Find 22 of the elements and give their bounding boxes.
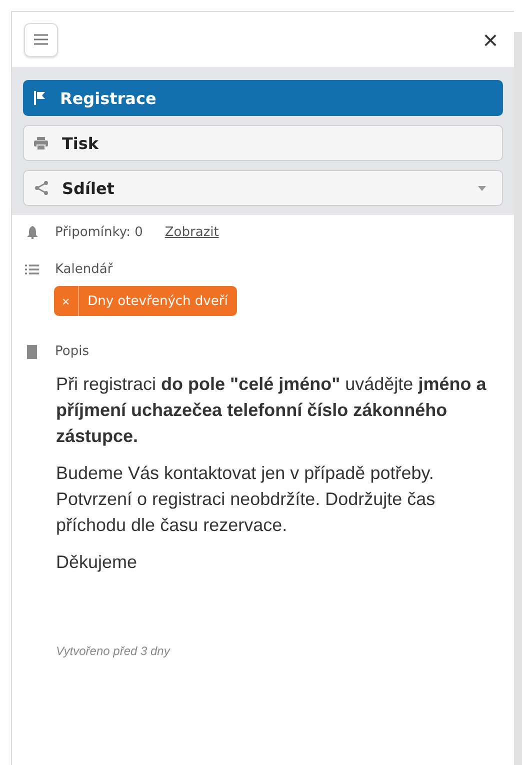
description-label: Popis — [55, 344, 89, 359]
printer-icon — [34, 136, 48, 150]
description-paragraph: Děkujeme — [56, 551, 138, 574]
share-dropdown[interactable]: Sdílet — [23, 170, 503, 206]
menu-icon — [34, 34, 48, 45]
flag-icon — [34, 91, 46, 105]
created-time: Vytvořeno před 3 dny — [55, 643, 172, 658]
menu-button[interactable] — [24, 22, 58, 56]
list-icon — [25, 264, 39, 275]
calendar-label: Kalendář — [55, 262, 113, 277]
share-icon — [34, 181, 48, 195]
notebook-icon — [27, 344, 37, 358]
description-paragraph: Budeme Vás kontaktovat jen v případě potřeby. Potvrzení o registraci neobdržíte. Dodržujte čas příchodu dle času rezervace. — [56, 462, 436, 537]
show-link[interactable]: Zobrazit — [164, 225, 219, 240]
caret-icon — [478, 186, 486, 190]
action-button[interactable]: Tisk — [23, 125, 503, 161]
bell-icon — [26, 226, 38, 239]
close-button[interactable]: × — [478, 26, 502, 52]
tag-label: Dny otevřených dveří — [86, 292, 229, 310]
reminders-count: Připomínky: 0 — [55, 225, 143, 240]
description-paragraph: Při registraci do pole "celé jméno" uvádějte jméno a příjmení uchazečea telefonní číslo zákonného zástupce. — [56, 373, 488, 448]
action-button[interactable]: Registrace — [23, 80, 503, 116]
